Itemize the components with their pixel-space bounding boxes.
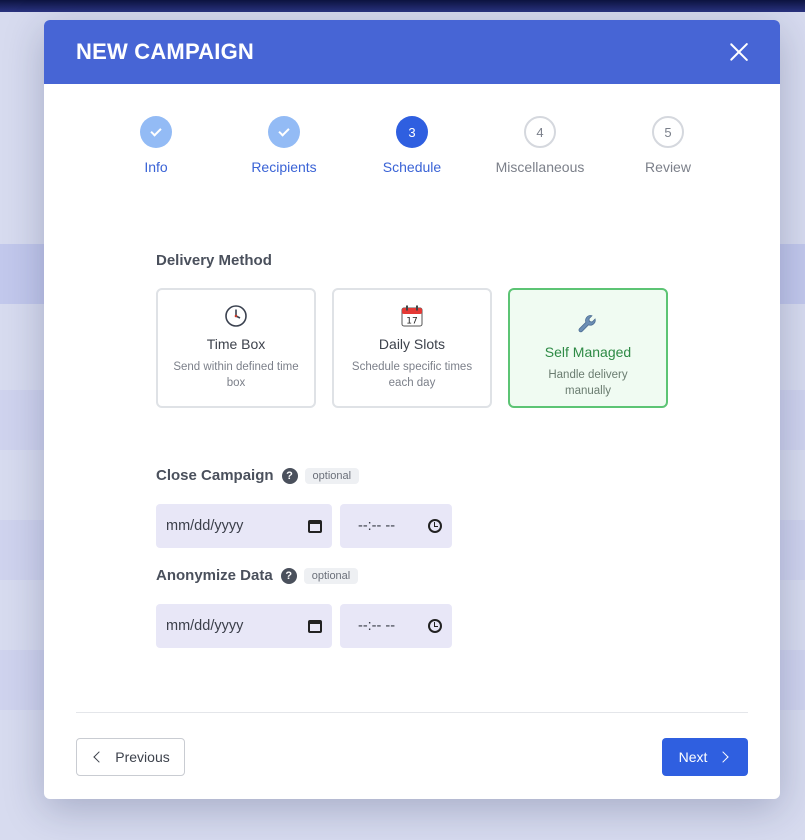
stepper: Info Recipients 3 Schedule 4 Miscellaneo… bbox=[44, 116, 780, 176]
close-campaign-time-input[interactable]: --:-- -- bbox=[340, 504, 452, 548]
clock-icon bbox=[225, 305, 247, 327]
footer-divider bbox=[76, 712, 748, 713]
anonymize-row: Anonymize Data ? optional bbox=[156, 567, 359, 584]
step-info[interactable]: Info bbox=[101, 116, 211, 175]
option-description: Schedule specific times each day bbox=[351, 361, 473, 389]
time-placeholder: --:-- -- bbox=[358, 518, 396, 534]
step-recipients[interactable]: Recipients bbox=[229, 116, 339, 175]
close-campaign-date-input[interactable]: mm/dd/yyyy bbox=[156, 504, 332, 548]
step-number: 3 bbox=[396, 116, 428, 148]
chevron-left-icon bbox=[93, 751, 105, 763]
step-label: Review bbox=[645, 159, 691, 175]
step-label: Schedule bbox=[382, 159, 442, 175]
step-done-icon bbox=[140, 116, 172, 148]
step-label: Recipients bbox=[251, 159, 317, 175]
next-label: Next bbox=[678, 749, 708, 765]
option-title: Time Box bbox=[206, 336, 266, 352]
calendar-picker-icon[interactable] bbox=[308, 519, 322, 533]
modal-header: NEW CAMPAIGN bbox=[44, 20, 780, 84]
step-label: Miscellaneous bbox=[495, 159, 585, 175]
option-description: Send within defined time box bbox=[173, 361, 299, 389]
close-campaign-row: Close Campaign ? optional bbox=[156, 467, 360, 484]
anonymize-time-input[interactable]: --:-- -- bbox=[340, 604, 452, 648]
option-self-managed[interactable]: Self Managed Handle delivery manually bbox=[508, 288, 668, 408]
check-icon bbox=[150, 124, 162, 137]
time-picker-icon[interactable] bbox=[428, 519, 442, 533]
option-description: Handle delivery manually bbox=[548, 369, 628, 397]
chevron-right-icon bbox=[717, 751, 730, 763]
close-icon[interactable] bbox=[728, 41, 750, 63]
modal-title: NEW CAMPAIGN bbox=[76, 39, 254, 64]
option-title: Daily Slots bbox=[378, 336, 446, 352]
calendar-icon: 17 bbox=[401, 305, 423, 327]
previous-button[interactable]: Previous bbox=[76, 738, 185, 776]
svg-text:17: 17 bbox=[406, 317, 417, 327]
step-review[interactable]: 5 Review bbox=[613, 116, 723, 175]
step-miscellaneous[interactable]: 4 Miscellaneous bbox=[485, 116, 595, 175]
step-schedule[interactable]: 3 Schedule bbox=[357, 116, 467, 175]
optional-badge: optional bbox=[303, 567, 359, 584]
delivery-method-label: Delivery Method bbox=[156, 252, 272, 269]
optional-badge: optional bbox=[304, 467, 360, 484]
date-placeholder: mm/dd/yyyy bbox=[166, 618, 244, 634]
option-title: Self Managed bbox=[544, 344, 632, 360]
new-campaign-modal: NEW CAMPAIGN Info Recipients 3 Schedule … bbox=[44, 20, 780, 799]
background-topbar bbox=[0, 0, 805, 12]
step-label: Info bbox=[144, 159, 168, 175]
step-number: 4 bbox=[524, 116, 556, 148]
option-daily-slots[interactable]: 17 Daily Slots Schedule specific times e… bbox=[332, 288, 492, 408]
step-number: 5 bbox=[652, 116, 684, 148]
time-placeholder: --:-- -- bbox=[358, 618, 396, 634]
calendar-picker-icon[interactable] bbox=[308, 619, 322, 633]
time-picker-icon[interactable] bbox=[428, 619, 442, 633]
anonymize-label: Anonymize Data bbox=[156, 567, 273, 584]
wrench-icon bbox=[578, 315, 596, 333]
option-time-box[interactable]: Time Box Send within defined time box bbox=[156, 288, 316, 408]
next-button[interactable]: Next bbox=[662, 738, 748, 776]
date-placeholder: mm/dd/yyyy bbox=[166, 518, 244, 534]
previous-label: Previous bbox=[115, 749, 170, 765]
check-icon bbox=[278, 124, 290, 137]
step-done-icon bbox=[268, 116, 300, 148]
anonymize-date-input[interactable]: mm/dd/yyyy bbox=[156, 604, 332, 648]
close-campaign-label: Close Campaign bbox=[156, 467, 274, 484]
help-icon[interactable]: ? bbox=[281, 467, 298, 484]
help-icon[interactable]: ? bbox=[280, 567, 297, 584]
